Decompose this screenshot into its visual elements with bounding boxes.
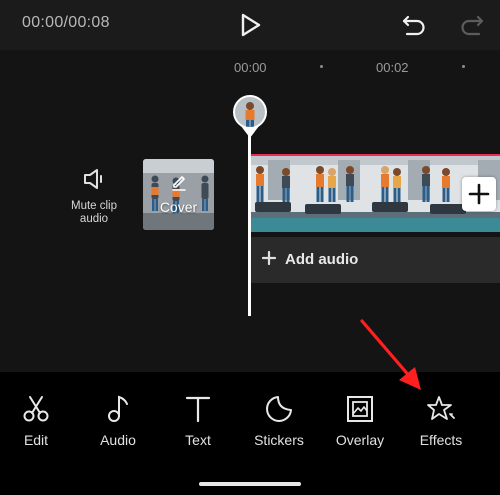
mute-clip-audio-label: Mute clip audio	[70, 200, 118, 225]
home-indicator[interactable]	[199, 482, 301, 486]
mute-clip-audio-button[interactable]: Mute clip audio	[58, 166, 130, 226]
tool-stickers-label: Stickers	[254, 432, 304, 448]
play-icon[interactable]	[235, 10, 265, 40]
tool-overlay-label: Overlay	[335, 432, 385, 448]
add-audio-button[interactable]: Add audio	[250, 237, 500, 283]
editor-screen: 00:00/00:08 00:00 00:02 Mute clip audio	[0, 0, 500, 495]
tool-effects-label: Effects	[419, 432, 463, 448]
scissors-icon	[23, 396, 49, 422]
tool-text-label: Text	[185, 432, 211, 448]
effects-star-icon	[427, 396, 455, 420]
cover-thumbnail[interactable]: Cover	[143, 159, 214, 230]
text-icon	[185, 396, 211, 423]
tool-text[interactable]: Text	[159, 394, 237, 448]
ruler-dot	[320, 65, 323, 68]
undo-icon[interactable]	[400, 11, 428, 39]
add-audio-label: Add audio	[285, 251, 359, 268]
playhead-line[interactable]	[248, 118, 251, 316]
cover-frame-image	[143, 159, 214, 230]
ruler-dot	[462, 65, 465, 68]
timecode: 00:00/00:08	[22, 14, 110, 31]
tool-overlay[interactable]: Overlay	[321, 394, 399, 448]
sticker-icon	[266, 396, 292, 422]
tool-edit[interactable]: Edit	[0, 394, 75, 448]
tool-audio[interactable]: Audio	[79, 394, 157, 448]
tool-stickers[interactable]: Stickers	[240, 394, 318, 448]
playhead-handle[interactable]	[230, 94, 270, 142]
music-note-icon	[108, 395, 128, 422]
top-toolbar: 00:00/00:08	[0, 0, 500, 50]
pencil-icon	[172, 176, 186, 191]
speaker-icon	[84, 169, 102, 189]
ruler-mark-0: 00:00	[234, 60, 267, 75]
add-clip-button[interactable]	[462, 177, 496, 211]
plus-icon	[262, 251, 276, 265]
redo-icon[interactable]	[458, 11, 486, 39]
tool-effects[interactable]: Effects	[402, 394, 480, 448]
tool-audio-label: Audio	[100, 432, 136, 448]
plus-icon	[468, 183, 490, 205]
cover-label: Cover	[159, 199, 198, 215]
ruler-mark-2: 00:02	[376, 60, 409, 75]
overlay-icon	[347, 396, 373, 422]
tool-edit-label: Edit	[23, 432, 49, 448]
